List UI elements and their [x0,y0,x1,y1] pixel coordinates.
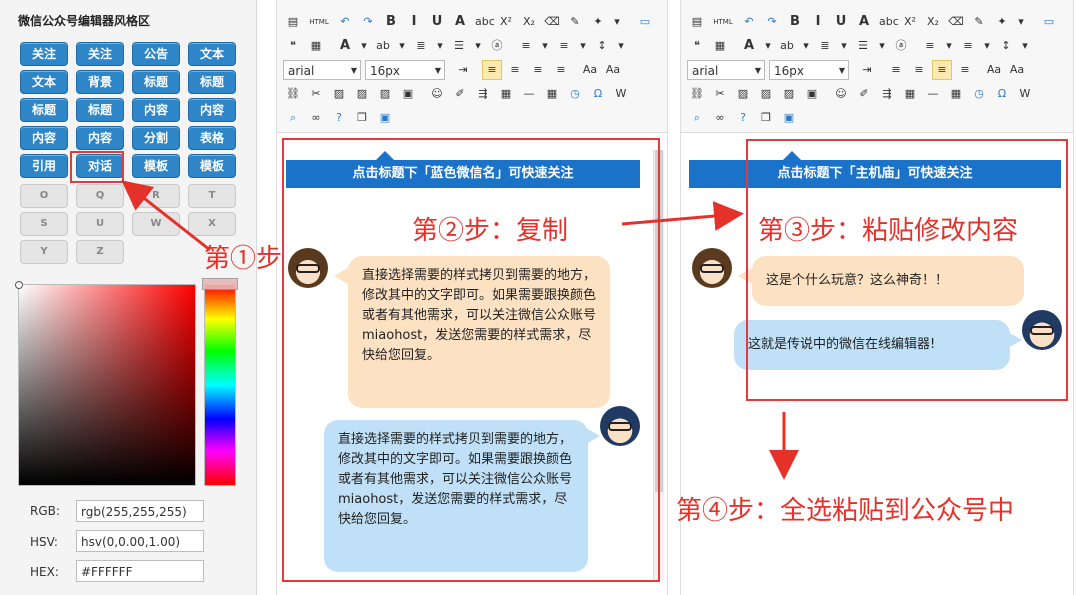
arrow-step-1 [121,180,211,252]
arrow-step-2-to-3 [621,201,744,232]
annotation-arrows [121,180,799,480]
